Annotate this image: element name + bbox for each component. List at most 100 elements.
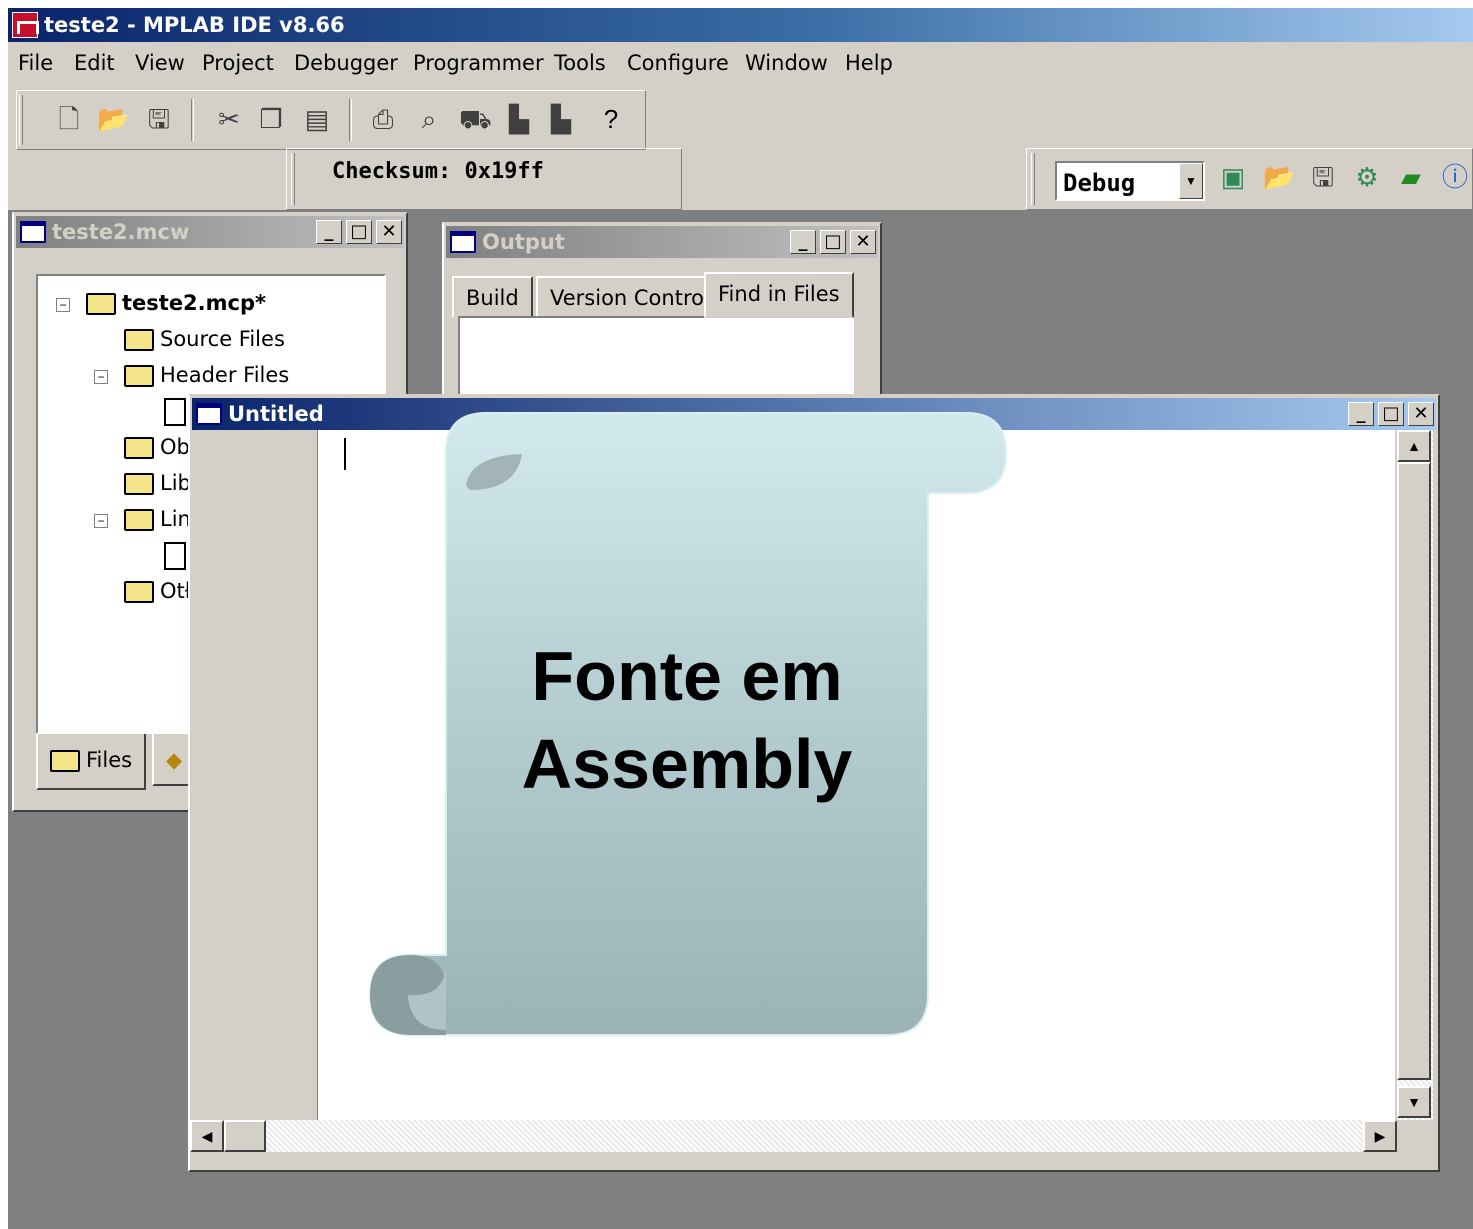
- toolbar-grip[interactable]: [291, 153, 295, 205]
- tree-other-files[interactable]: Otł: [124, 576, 191, 606]
- build-icon[interactable]: ⚙: [1353, 161, 1381, 193]
- checksum-label: Checksum: 0x19ff: [332, 159, 544, 184]
- toolbar-separator: [191, 99, 194, 141]
- scroll-left-icon[interactable]: ◀: [190, 1120, 224, 1152]
- help-icon[interactable]: ?: [597, 103, 625, 135]
- minimize-button[interactable]: _: [316, 220, 342, 244]
- workspace-titlebar[interactable]: teste2.mcw _ □ ✕: [16, 216, 404, 248]
- window-icon: [196, 403, 222, 425]
- output-text-area[interactable]: [458, 316, 854, 396]
- folder-icon: [124, 365, 154, 387]
- close-button[interactable]: ✕: [376, 220, 402, 244]
- cut-icon[interactable]: ✂: [215, 103, 243, 135]
- tree-header-file[interactable]: [164, 396, 186, 426]
- menu-view[interactable]: View: [135, 44, 185, 82]
- size-grip-icon[interactable]: [1397, 1120, 1433, 1152]
- copy-icon[interactable]: ❐: [257, 103, 285, 135]
- symbols-icon: ◆: [166, 748, 183, 772]
- tree-linker-script[interactable]: Linl: [124, 504, 197, 534]
- scroll-up-icon[interactable]: ▲: [1397, 430, 1431, 462]
- build-config-value: Debug: [1063, 169, 1136, 197]
- output-titlebar[interactable]: Output _ □ ✕: [446, 226, 878, 258]
- tree-source-files[interactable]: Source Files: [124, 324, 285, 354]
- paste-icon[interactable]: ▤: [303, 103, 331, 135]
- save-project-icon[interactable]: 🖫: [1309, 161, 1337, 193]
- new-project-icon[interactable]: ▣: [1219, 161, 1247, 193]
- workspace-title: teste2.mcw: [52, 220, 190, 244]
- mplab-window: teste2 - MPLAB IDE v8.66 File Edit View …: [8, 8, 1473, 1229]
- file-icon: [164, 398, 186, 426]
- menu-project[interactable]: Project: [202, 44, 274, 82]
- close-button[interactable]: ✕: [850, 230, 876, 254]
- tab-build[interactable]: Build: [452, 276, 533, 318]
- close-button[interactable]: ✕: [1408, 402, 1434, 426]
- bookmark-next-icon[interactable]: ▙: [547, 103, 575, 135]
- tab-version-control[interactable]: Version Control: [536, 276, 724, 318]
- make-icon[interactable]: ▰: [1397, 161, 1425, 193]
- editor-titlebar[interactable]: Untitled _ □ ✕: [192, 398, 1436, 430]
- tree-node-label: Ob: [160, 435, 190, 459]
- menu-configure[interactable]: Configure: [627, 44, 729, 82]
- file-icon: [164, 542, 186, 570]
- editor-body: ▲ ▼ ◀ ▶: [190, 430, 1433, 1152]
- source-editor[interactable]: [318, 430, 1395, 1120]
- bookmark-icon[interactable]: ▙: [505, 103, 533, 135]
- menu-tools[interactable]: Tools: [554, 44, 606, 82]
- build-config-select[interactable]: Debug ▼: [1055, 161, 1205, 201]
- folder-icon: [50, 750, 80, 772]
- menu-help[interactable]: Help: [845, 44, 893, 82]
- find-icon[interactable]: ⌕: [415, 103, 443, 135]
- collapse-icon[interactable]: −: [56, 298, 70, 312]
- line-number-gutter: [190, 430, 318, 1120]
- minimize-button[interactable]: _: [1348, 402, 1374, 426]
- horizontal-scrollbar[interactable]: ◀ ▶: [190, 1120, 1397, 1152]
- tree-project-label: teste2.mcp*: [122, 291, 266, 315]
- save-icon[interactable]: 🖫: [145, 103, 173, 135]
- find-in-files-icon[interactable]: ⛟: [459, 103, 492, 135]
- tab-find-in-files[interactable]: Find in Files: [704, 272, 854, 318]
- window-icon: [450, 231, 476, 253]
- editor-title: Untitled: [228, 402, 324, 426]
- open-project-icon[interactable]: 📂: [1263, 161, 1295, 193]
- horizontal-scroll-thumb[interactable]: [224, 1120, 266, 1152]
- folder-icon: [124, 581, 154, 603]
- tree-node-label: Source Files: [160, 327, 285, 351]
- scroll-down-icon[interactable]: ▼: [1397, 1086, 1431, 1118]
- tree-header-files[interactable]: Header Files: [124, 360, 289, 390]
- text-caret: [344, 438, 346, 470]
- toolbar-grip[interactable]: [19, 95, 23, 145]
- info-icon[interactable]: ⓘ: [1441, 161, 1469, 193]
- vertical-scroll-thumb[interactable]: [1397, 462, 1431, 1080]
- menu-debugger[interactable]: Debugger: [294, 44, 398, 82]
- maximize-button[interactable]: □: [1378, 402, 1404, 426]
- maximize-button[interactable]: □: [820, 230, 846, 254]
- collapse-icon[interactable]: −: [94, 514, 108, 528]
- folder-icon: [86, 293, 116, 315]
- tree-project[interactable]: teste2.mcp*: [86, 288, 266, 318]
- app-titlebar[interactable]: teste2 - MPLAB IDE v8.66: [8, 8, 1473, 42]
- open-file-icon[interactable]: 📂: [97, 103, 129, 135]
- menu-window[interactable]: Window: [745, 44, 828, 82]
- menubar: File Edit View Project Debugger Programm…: [8, 44, 1473, 82]
- menu-edit[interactable]: Edit: [74, 44, 115, 82]
- tab-files[interactable]: Files: [36, 734, 147, 790]
- scroll-right-icon[interactable]: ▶: [1363, 1120, 1397, 1152]
- project-toolbar: Debug ▼ ▣ 📂 🖫 ⚙ ▰ ⓘ: [1026, 148, 1473, 210]
- print-icon[interactable]: ⎙: [369, 103, 397, 135]
- folder-icon: [124, 473, 154, 495]
- vertical-scrollbar[interactable]: ▲ ▼: [1397, 430, 1433, 1120]
- menu-programmer[interactable]: Programmer: [413, 44, 544, 82]
- minimize-button[interactable]: _: [790, 230, 816, 254]
- chevron-down-icon[interactable]: ▼: [1179, 163, 1203, 199]
- tree-library-files[interactable]: Libı: [124, 468, 197, 498]
- new-file-icon[interactable]: 🗋: [55, 103, 83, 135]
- tree-object-files[interactable]: Ob: [124, 432, 190, 462]
- window-icon: [20, 221, 46, 243]
- tree-linker-file[interactable]: [164, 540, 186, 570]
- collapse-icon[interactable]: −: [94, 370, 108, 384]
- tab-files-label: Files: [86, 748, 133, 772]
- toolbar-grip[interactable]: [1031, 153, 1035, 205]
- menu-file[interactable]: File: [18, 44, 53, 82]
- folder-icon: [124, 437, 154, 459]
- maximize-button[interactable]: □: [346, 220, 372, 244]
